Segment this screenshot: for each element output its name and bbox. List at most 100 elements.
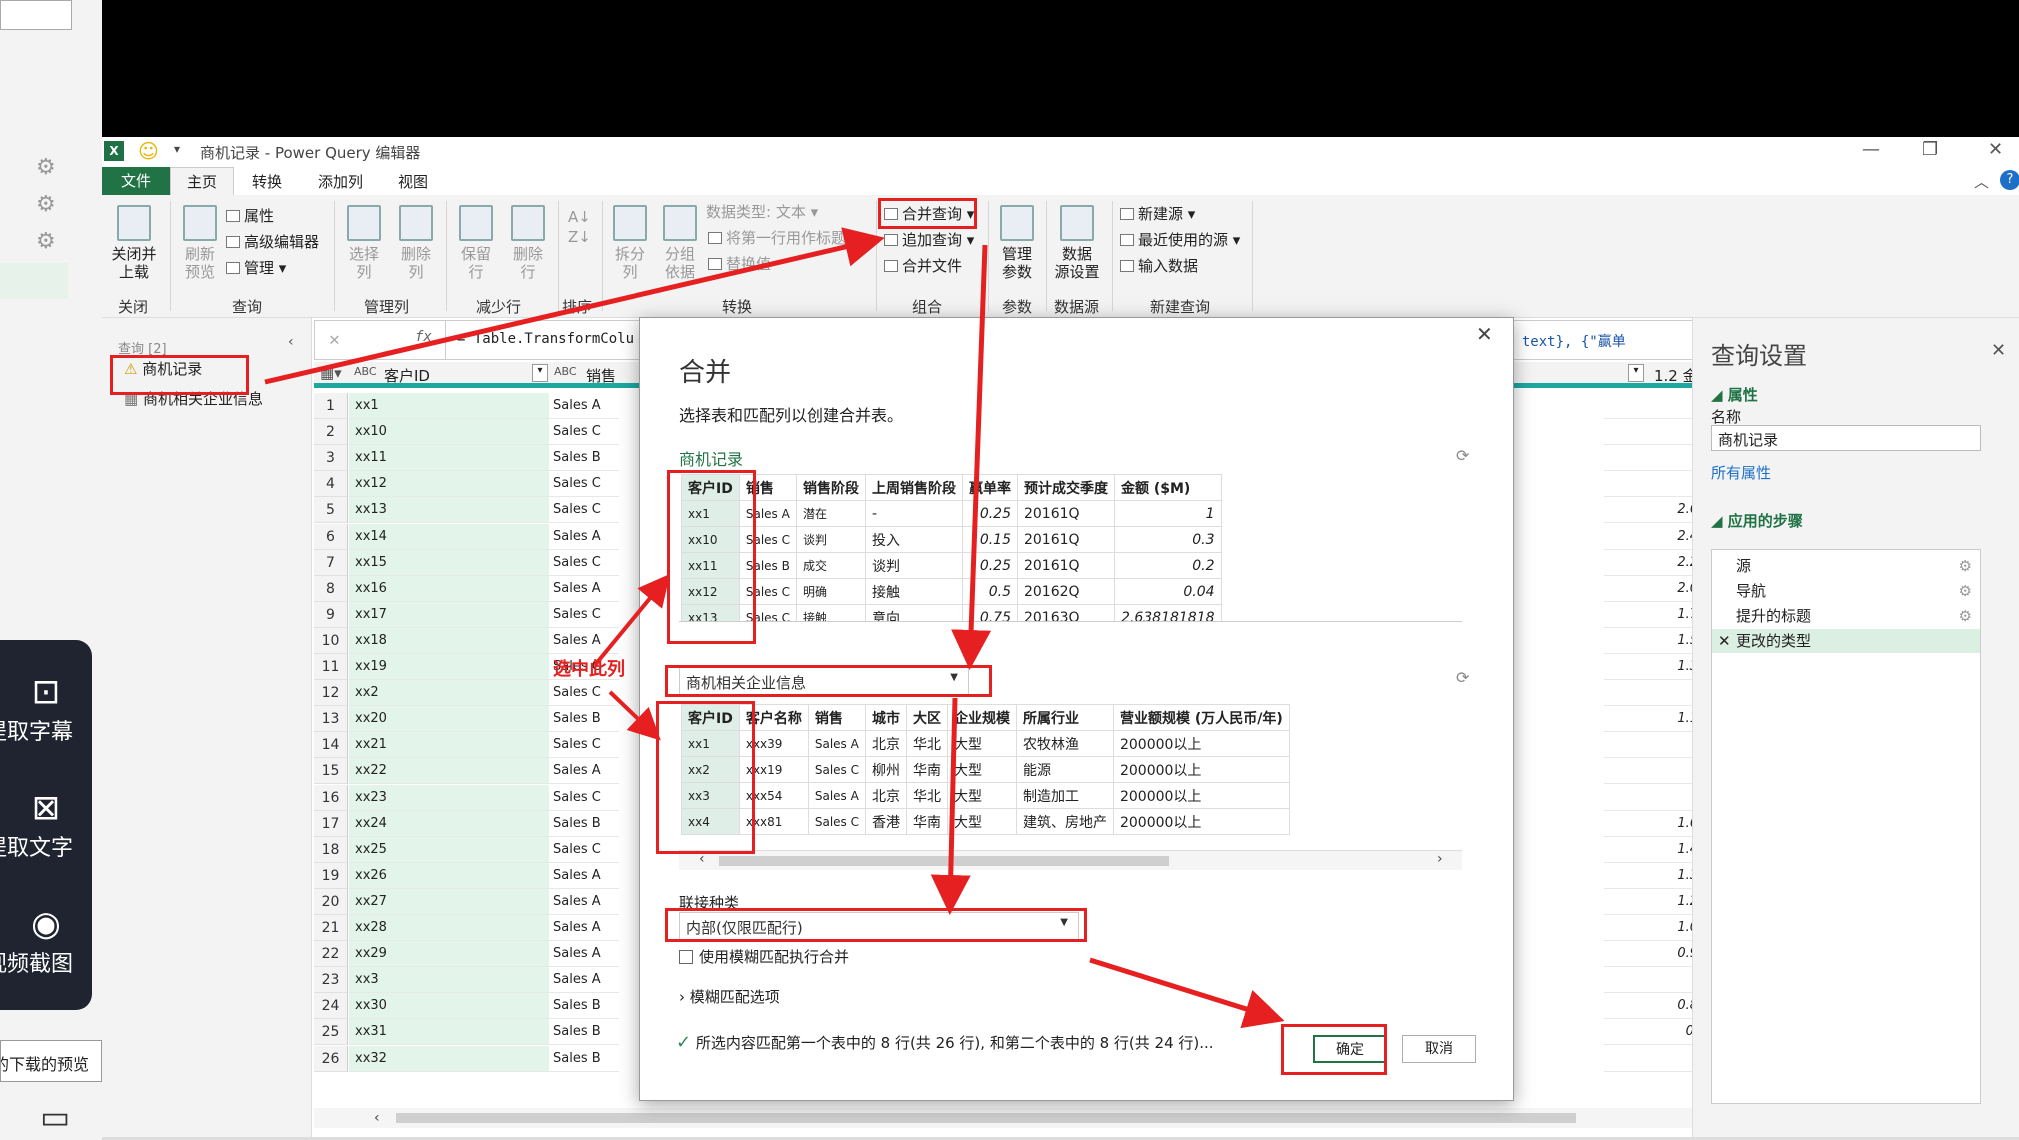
cell-amount[interactable]: 0.9 xyxy=(1604,941,1702,968)
cell-sales[interactable]: Sales B xyxy=(549,993,619,1020)
cell-customer-id[interactable]: xx27 xyxy=(349,888,549,915)
cell-amount[interactable] xyxy=(1604,445,1702,472)
combine-files-button[interactable]: 合并文件 xyxy=(884,255,962,276)
table-cell[interactable]: Sales A xyxy=(807,730,866,757)
cell-customer-id[interactable]: xx1 xyxy=(349,393,549,419)
delete-step-icon[interactable]: ✕ xyxy=(1718,629,1731,653)
row-number[interactable]: 8 xyxy=(314,575,348,602)
table-cell[interactable]: Sales C xyxy=(807,808,866,835)
table-cell[interactable]: 华南 xyxy=(905,756,948,783)
replace-values-button[interactable]: 替换值 xyxy=(708,253,771,274)
cell-amount[interactable] xyxy=(1604,785,1702,811)
row-number[interactable]: 16 xyxy=(314,784,348,811)
cell-customer-id[interactable]: xx12 xyxy=(349,471,549,498)
collapse-pane-icon[interactable]: ‹ xyxy=(288,334,294,350)
cell-amount[interactable]: 1.1 xyxy=(1604,706,1702,733)
row-number[interactable]: 1 xyxy=(314,393,348,419)
table-cell[interactable]: xxx39 xyxy=(738,730,809,757)
column-header[interactable]: 城市 xyxy=(864,704,907,731)
data-source-settings-button[interactable]: 数据 源设置 xyxy=(1050,205,1104,281)
cell-customer-id[interactable]: xx13 xyxy=(349,497,549,524)
cell-customer-id[interactable]: xx24 xyxy=(349,810,549,837)
cell-amount[interactable] xyxy=(1604,393,1702,419)
cell-sales[interactable]: Sales C xyxy=(549,837,619,863)
table-cell[interactable]: xx10 xyxy=(681,526,740,553)
cell-customer-id[interactable]: xx3 xyxy=(349,967,549,994)
column-header[interactable]: 赢单率 xyxy=(961,474,1018,501)
table-cell[interactable]: 农牧林渔 xyxy=(1015,730,1114,757)
cell-sales[interactable]: Sales C xyxy=(549,419,619,446)
table-cell[interactable]: xx11 xyxy=(681,552,740,579)
scroll-left-icon[interactable]: ‹ xyxy=(699,851,705,867)
cell-sales[interactable]: Sales A xyxy=(549,863,619,889)
table-cell[interactable]: Sales C xyxy=(738,604,797,621)
table-cell[interactable]: 成交 xyxy=(795,552,866,579)
table-cell[interactable]: xx3 xyxy=(681,782,740,809)
ok-button[interactable]: 确定 xyxy=(1313,1035,1387,1063)
row-number[interactable]: 10 xyxy=(314,627,348,654)
table-cell[interactable]: 20161Q xyxy=(1016,526,1115,553)
table-cell[interactable]: 0.04 xyxy=(1113,578,1222,605)
cell-amount[interactable]: 2.2 xyxy=(1604,550,1702,576)
cell-customer-id[interactable]: xx17 xyxy=(349,601,549,628)
row-number[interactable]: 26 xyxy=(314,1045,348,1072)
column-header[interactable]: 客户ID xyxy=(681,704,740,731)
cell-sales[interactable]: Sales C xyxy=(549,602,619,628)
table-cell[interactable]: 制造加工 xyxy=(1015,782,1114,809)
table-cell[interactable]: 200000以上 xyxy=(1112,756,1290,783)
cell-amount[interactable]: 0. xyxy=(1604,1019,1702,1046)
gear-icon[interactable]: ⚙ xyxy=(1959,579,1972,603)
cell-amount[interactable]: 1.3 xyxy=(1604,863,1702,889)
second-table-scrollbar[interactable]: ‹ › xyxy=(679,850,1462,870)
minimize-icon[interactable]: — xyxy=(1862,139,1880,160)
table-cell[interactable]: 接触 xyxy=(795,604,866,621)
table-cell[interactable]: 0.3 xyxy=(1113,526,1222,553)
append-queries-button[interactable]: 追加查询 ▾ xyxy=(884,229,974,250)
table-cell[interactable]: 投入 xyxy=(864,526,963,553)
filter-dropdown-icon[interactable]: ▾ xyxy=(1628,364,1644,382)
table-cell[interactable]: 1 xyxy=(1113,500,1222,527)
cell-customer-id[interactable]: xx18 xyxy=(349,627,549,654)
step-promoted-headers[interactable]: 提升的标题 ⚙ xyxy=(1712,604,1980,628)
join-kind-select[interactable]: 内部(仅限匹配行) ▼ xyxy=(679,912,1079,940)
column-header[interactable]: 销售阶段 xyxy=(795,474,866,501)
cell-sales[interactable]: Sales C xyxy=(549,680,619,707)
cell-amount[interactable] xyxy=(1604,967,1702,994)
table-cell[interactable]: - xyxy=(864,500,963,527)
cell-sales[interactable]: Sales B xyxy=(549,1019,619,1046)
chat-icon[interactable]: ▭ xyxy=(40,1098,70,1136)
use-first-row-as-headers-button[interactable]: 将第一行用作标题 xyxy=(708,227,846,248)
cell-customer-id[interactable]: xx28 xyxy=(349,915,549,941)
cell-customer-id[interactable]: xx20 xyxy=(349,706,549,733)
table-cell[interactable]: 明确 xyxy=(795,578,866,605)
query-item-company-info[interactable]: ▦ 商机相关企业信息 xyxy=(124,388,263,409)
merge-queries-button[interactable]: 合并查询 ▾ xyxy=(884,203,974,224)
row-number[interactable]: 12 xyxy=(314,680,348,707)
close-settings-icon[interactable]: ✕ xyxy=(1991,340,2006,361)
refresh-preview-button[interactable]: 刷新 预览 xyxy=(174,205,226,281)
table-cell[interactable]: 能源 xyxy=(1015,756,1114,783)
cancel-formula-icon[interactable]: ✕ xyxy=(329,329,340,350)
cell-amount[interactable] xyxy=(1604,758,1702,785)
table-cell[interactable]: Sales C xyxy=(738,578,797,605)
applied-steps-section[interactable]: ◢ 应用的步骤 xyxy=(1711,510,1803,531)
table-cell[interactable]: 0.25 xyxy=(961,500,1018,527)
cell-amount[interactable]: 1.6 xyxy=(1604,811,1702,837)
table-cell[interactable]: Sales C xyxy=(738,526,797,553)
cell-amount[interactable] xyxy=(1604,680,1702,707)
column-header[interactable]: 大区 xyxy=(905,704,948,731)
row-number[interactable]: 11 xyxy=(314,654,348,680)
tab-home[interactable]: 主页 xyxy=(170,167,234,197)
cell-sales[interactable]: Sales B xyxy=(549,445,619,472)
column-header[interactable]: 企业规模 xyxy=(946,704,1017,731)
all-properties-link[interactable]: 所有属性 xyxy=(1711,462,1771,483)
cell-sales[interactable]: Sales A xyxy=(549,941,619,968)
cell-sales[interactable]: Sales A xyxy=(549,576,619,602)
column-header[interactable]: 销售 xyxy=(807,704,866,731)
table-cell[interactable]: 北京 xyxy=(864,782,907,809)
close-and-load-button[interactable]: 关闭并 上载 xyxy=(106,205,162,281)
table-cell[interactable]: 大型 xyxy=(946,808,1017,835)
data-type-dropdown[interactable]: 数据类型: 文本 ▾ xyxy=(706,201,818,222)
table-cell[interactable]: xxx81 xyxy=(738,808,809,835)
cell-sales[interactable]: Sales C xyxy=(549,732,619,759)
